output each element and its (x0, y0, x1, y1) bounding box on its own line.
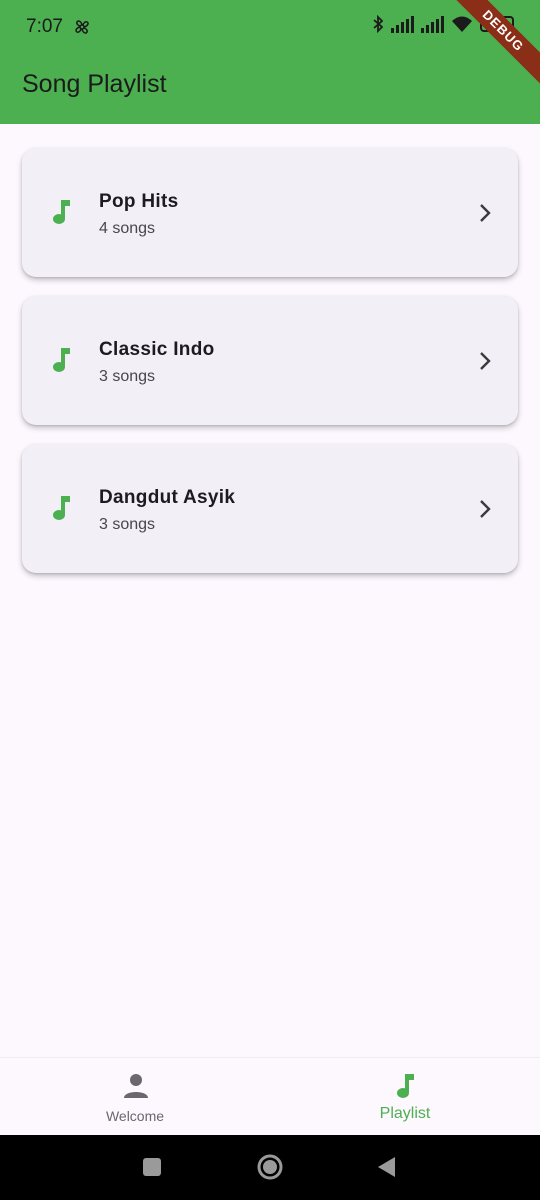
music-note-icon (53, 200, 70, 224)
chevron-right-icon (480, 204, 491, 222)
signal-icon (391, 15, 414, 33)
fan-icon (75, 20, 89, 34)
status-time: 7:07 (26, 16, 63, 37)
playlist-song-count: 3 songs (99, 516, 156, 533)
music-note-icon (53, 348, 70, 372)
recents-icon[interactable] (140, 1155, 164, 1179)
playlist-title: Dangdut Asyik (99, 487, 236, 508)
nav-label-playlist: Playlist (379, 1105, 431, 1122)
wifi-icon (452, 16, 472, 32)
playlist-card-dangdut-asyik[interactable]: Dangdut Asyik 3 songs (22, 444, 518, 573)
playlist-title: Pop Hits (99, 191, 179, 212)
nav-item-playlist[interactable]: Playlist (270, 1058, 540, 1136)
app-bar: 7:07 100 (0, 0, 540, 124)
nav-label-welcome: Welcome (105, 1108, 165, 1124)
nav-item-welcome[interactable]: Welcome (0, 1058, 270, 1136)
signal-icon (421, 15, 444, 33)
person-icon (124, 1074, 148, 1098)
playlist-title: Classic Indo (99, 339, 215, 360)
page-title: Song Playlist (22, 70, 167, 98)
playlist-card-classic-indo[interactable]: Classic Indo 3 songs (22, 296, 518, 425)
status-bar: 7:07 100 (0, 0, 540, 54)
music-note-icon (397, 1074, 414, 1098)
playlist-song-count: 4 songs (99, 220, 156, 237)
back-icon[interactable] (375, 1155, 399, 1179)
playlist-card-pop-hits[interactable]: Pop Hits 4 songs (22, 148, 518, 277)
playlist-list: Pop Hits 4 songs Classic Indo 3 songs Da… (22, 148, 518, 592)
bottom-navigation: Welcome Playlist (0, 1057, 540, 1135)
playlist-song-count: 3 songs (99, 368, 156, 385)
chevron-right-icon (480, 500, 491, 518)
home-icon[interactable] (256, 1153, 284, 1181)
music-note-icon (53, 496, 70, 520)
chevron-right-icon (480, 352, 491, 370)
screen: 7:07 100 (0, 0, 540, 1200)
system-navigation-bar (0, 1135, 540, 1200)
bluetooth-icon (373, 15, 384, 33)
